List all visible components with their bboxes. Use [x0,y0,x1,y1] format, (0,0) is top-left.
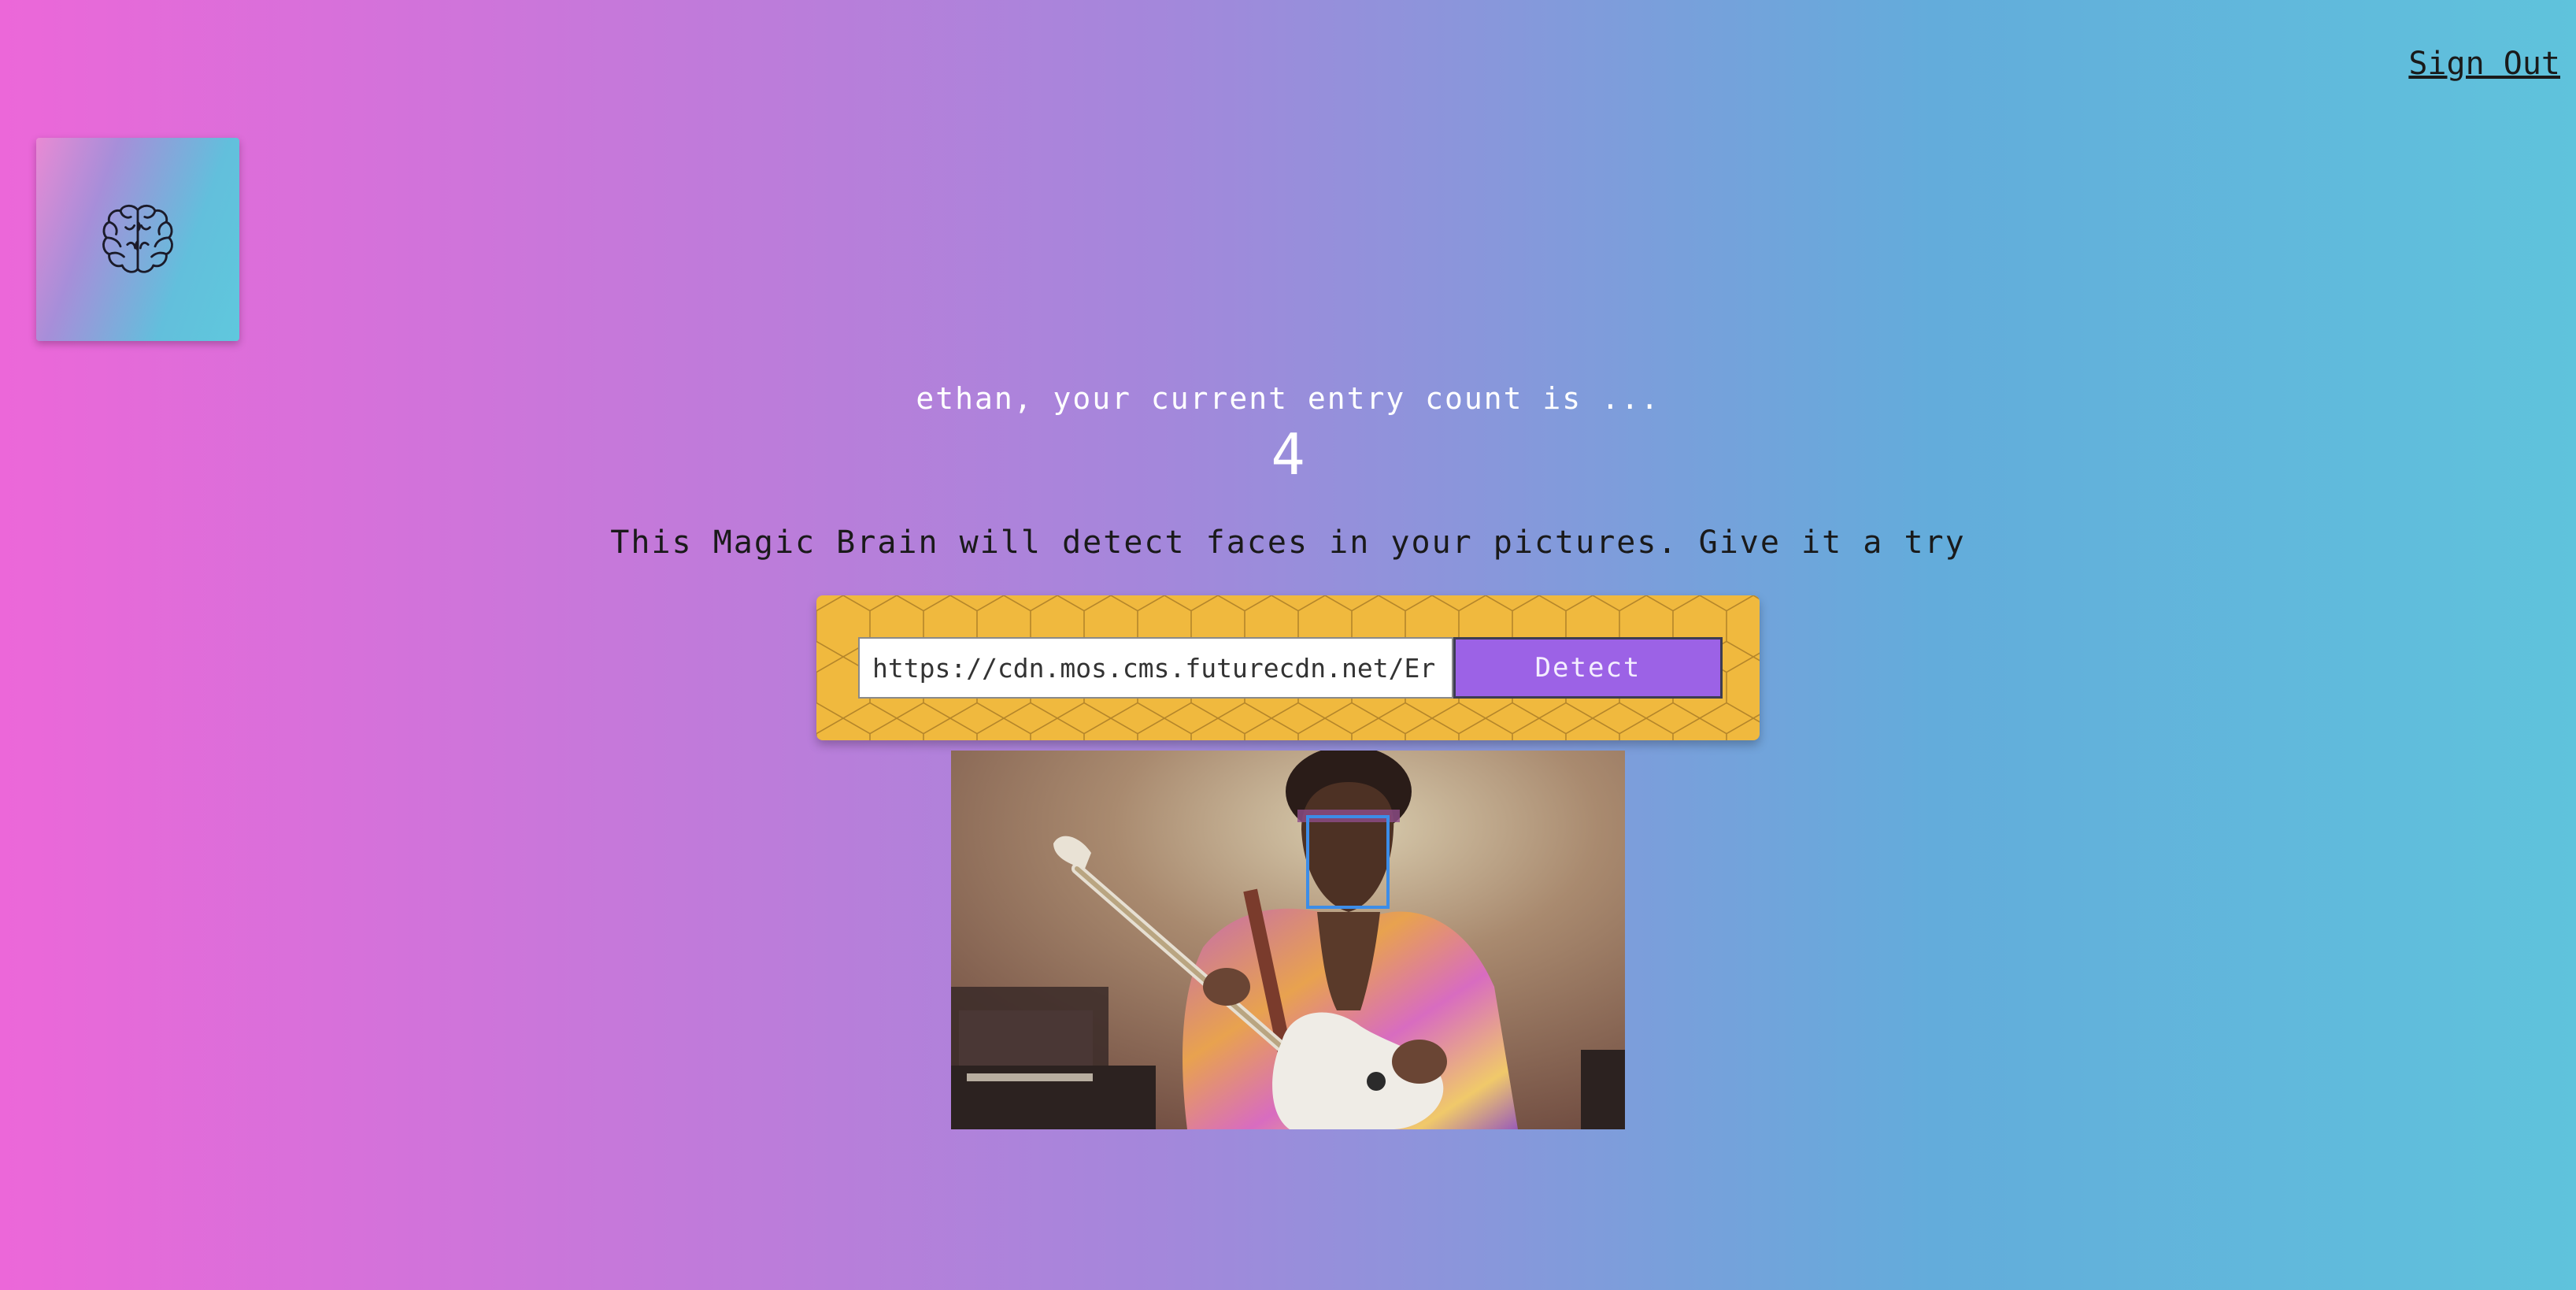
form-row: Detect [858,637,1723,699]
face-bounding-box [1306,815,1390,909]
image-url-input[interactable] [858,637,1453,699]
guitarist-photo [951,751,1625,1129]
entry-count-message: ethan, your current entry count is ... [916,381,1660,416]
entry-count-value: 4 [1271,421,1305,487]
sign-out-link[interactable]: Sign Out [2408,39,2560,88]
brain-icon [102,204,173,273]
detect-button[interactable]: Detect [1453,637,1723,699]
image-url-form: Detect [816,595,1760,740]
intro-text: This Magic Brain will detect faces in yo… [610,525,1966,561]
result-image [951,751,1625,1129]
logo-tile [36,138,239,341]
top-nav: Sign Out [2408,46,2560,82]
